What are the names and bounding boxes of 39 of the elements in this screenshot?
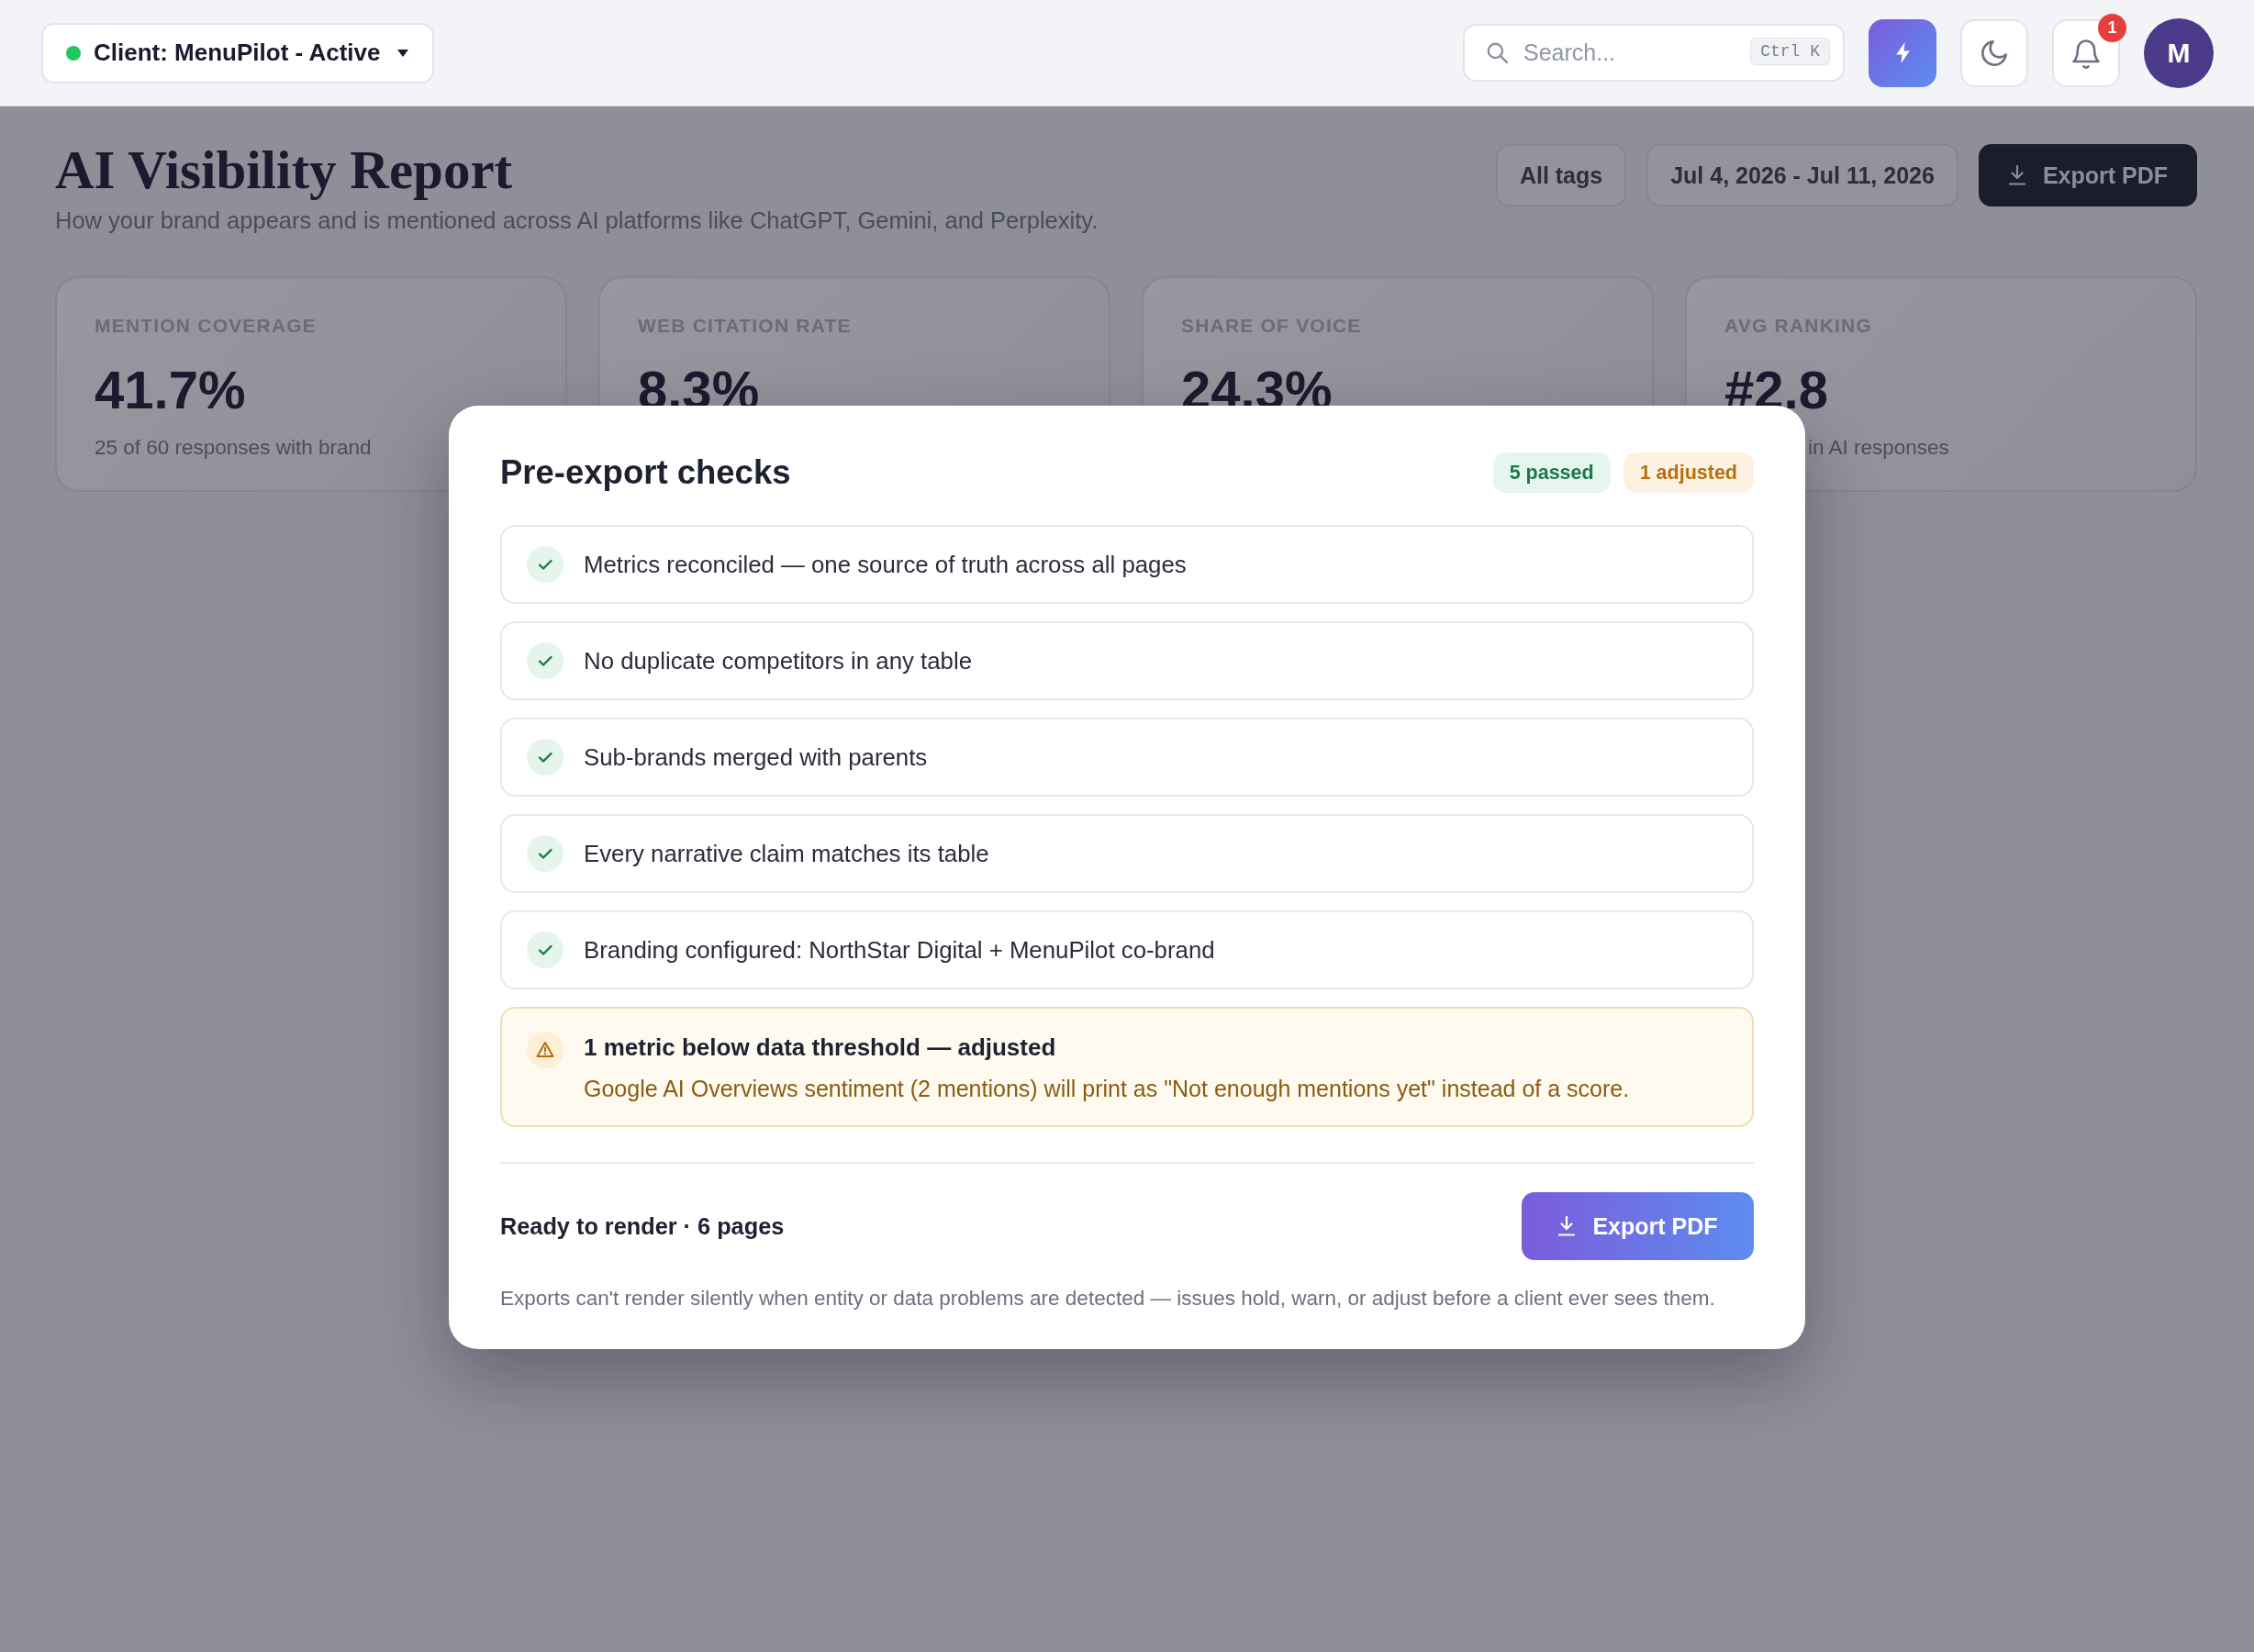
client-selector[interactable]: Client: MenuPilot - Active — [41, 22, 434, 84]
theme-toggle-button[interactable] — [1960, 18, 2028, 87]
check-icon — [527, 835, 564, 872]
lightning-icon — [1895, 42, 1910, 63]
check-icon — [527, 739, 564, 776]
stat-note: 25 of 60 responses with brand — [95, 435, 373, 461]
export-button[interactable]: Export PDF — [1978, 144, 2197, 206]
export-button[interactable]: Export PDF — [1522, 1192, 1754, 1260]
page-subtitle: How your brand appears and is mentioned across AI platforms like ChatGPT, Gemini, and Perplexity. — [55, 206, 1099, 235]
download-icon — [1557, 1216, 1577, 1236]
search-icon — [1485, 40, 1509, 64]
render-summary: Ready to render · 6 pages — [500, 1212, 785, 1240]
filter-button[interactable]: Jul 4, 2026 - Jul 11, 2026 — [1646, 144, 1958, 206]
page-title: AI Visibility Report — [55, 140, 514, 199]
warning-icon — [527, 1032, 564, 1068]
check-text: Metrics reconciled — one source of truth across all pages — [584, 551, 1187, 578]
download-icon — [2007, 165, 2026, 185]
quick-action-button[interactable] — [1869, 18, 1936, 87]
caret-icon — [396, 49, 408, 57]
user-avatar[interactable]: M — [2144, 17, 2214, 88]
count-badge: 5 passed — [1492, 452, 1611, 493]
status-dot-icon — [66, 45, 81, 61]
check-text: No duplicate competitors in any table — [584, 647, 973, 675]
warning-detail: Google AI Overviews sentiment (2 mentions) will print as "Not enough mentions yet" instead of a score. — [584, 1075, 1630, 1103]
filter-button[interactable]: All tags — [1495, 144, 1627, 206]
notification-count: 1 — [2098, 13, 2126, 42]
stat-value: 41.7% — [95, 359, 247, 421]
check-icon — [527, 546, 564, 583]
stat-note: in AI responses — [1808, 435, 1950, 461]
count-badge: 1 adjusted — [1623, 452, 1754, 493]
check-text: Sub-brands merged with parents — [584, 743, 928, 771]
warning-title: 1 metric below data threshold — adjusted — [584, 1032, 1057, 1063]
check-text: Branding configured: NorthStar Digital + MenuPilot co-brand — [584, 936, 1215, 964]
dialog-title: Pre-export checks — [500, 452, 791, 493]
check-icon — [527, 932, 564, 968]
shortcut-hint: Ctrl K — [1750, 38, 1830, 65]
check-icon — [527, 642, 564, 679]
check-text: Every narrative claim matches its table — [584, 840, 989, 867]
export-note: Exports can't render silently when entity or data problems are detected — issues hold, warn, or adjust before a client ever sees them. — [500, 1286, 1716, 1312]
